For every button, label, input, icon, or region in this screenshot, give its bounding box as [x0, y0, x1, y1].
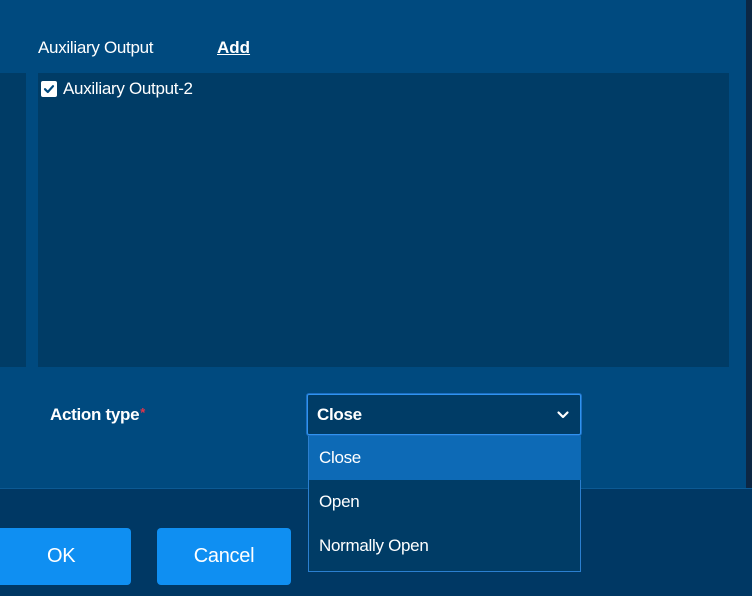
dropdown-option-normally-open[interactable]: Normally Open	[309, 524, 581, 568]
list-item-label: Auxiliary Output-2	[63, 79, 193, 98]
required-mark: *	[140, 405, 146, 420]
action-type-dropdown: Close Open Normally Open	[308, 436, 581, 572]
chevron-down-icon	[557, 411, 569, 419]
action-type-label: Action type*	[50, 405, 145, 425]
dropdown-option-close[interactable]: Close	[309, 436, 581, 480]
dialog-screen: Auxiliary Output Add Auxiliary Output-2 …	[0, 0, 752, 596]
action-type-selected-value: Close	[317, 405, 362, 424]
add-link[interactable]: Add	[217, 38, 250, 58]
dropdown-option-open[interactable]: Open	[309, 480, 581, 524]
list-item[interactable]: Auxiliary Output-2	[41, 79, 193, 99]
cancel-button[interactable]: Cancel	[157, 528, 291, 585]
checkbox-checked-icon[interactable]	[41, 81, 57, 97]
auxiliary-output-header: Auxiliary Output	[38, 38, 154, 57]
action-type-label-text: Action type	[50, 405, 140, 424]
left-panel-strip	[0, 73, 26, 367]
action-type-select[interactable]: Close	[307, 394, 581, 435]
ok-button[interactable]: OK	[0, 528, 131, 585]
auxiliary-output-list: Auxiliary Output-2	[38, 73, 729, 367]
